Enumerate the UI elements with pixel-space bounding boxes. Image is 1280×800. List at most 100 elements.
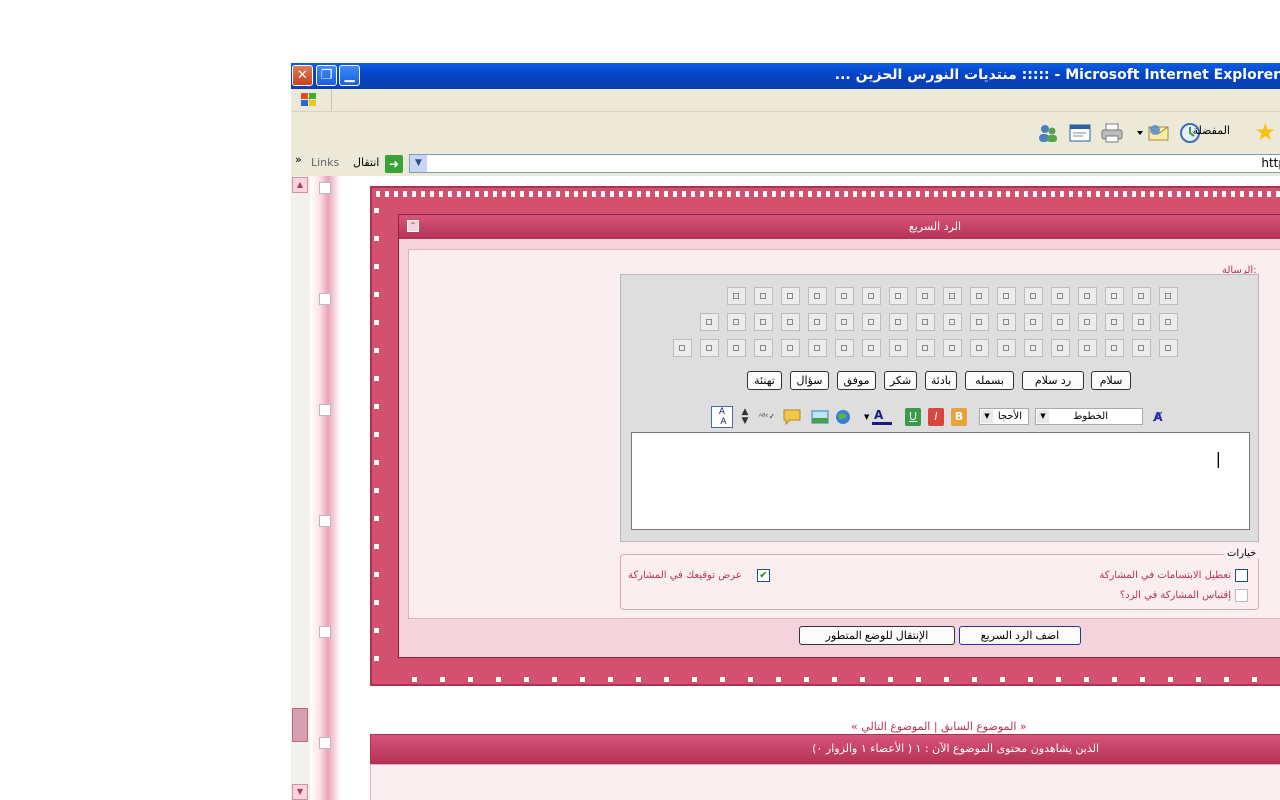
smiley-icon[interactable] — [889, 339, 908, 357]
smiley-icon[interactable] — [808, 339, 827, 357]
smiley-icon[interactable] — [916, 287, 935, 305]
smiley-icon[interactable] — [997, 313, 1016, 331]
insert-image-icon[interactable] — [811, 408, 829, 426]
favorites-star-icon[interactable]: ★ — [1254, 120, 1276, 144]
smiley-icon[interactable] — [835, 339, 854, 357]
smiley-icon[interactable] — [727, 339, 746, 357]
edit-page-icon[interactable] — [1069, 122, 1091, 144]
font-select[interactable]: ▼ الخطوط — [1035, 408, 1143, 425]
text-color-icon[interactable]: A ▼ — [864, 408, 892, 426]
smiley-icon[interactable] — [1105, 287, 1124, 305]
smiley-icon[interactable] — [754, 339, 773, 357]
smiley-icon[interactable] — [997, 287, 1016, 305]
submit-quick-reply-button[interactable]: اضف الرد السريع — [959, 626, 1081, 645]
smiley-icon[interactable] — [997, 339, 1016, 357]
text-direction-icon[interactable]: A A — [711, 406, 733, 428]
smiley-icon[interactable] — [1132, 287, 1151, 305]
resize-arrows-icon[interactable]: ▲ ▼ — [739, 408, 751, 426]
smiley-icon[interactable] — [1051, 313, 1070, 331]
smiley-icon[interactable] — [700, 313, 719, 331]
underline-icon[interactable]: U — [905, 408, 921, 426]
spellcheck-icon[interactable]: ᴬᴮᶜ✓ — [758, 408, 776, 426]
topic-navigation-links[interactable]: « الموضوع السابق | الموضوع التالي » — [851, 720, 1027, 733]
close-button[interactable]: ✕ — [292, 65, 313, 86]
smiley-icon[interactable] — [943, 339, 962, 357]
smiley-icon[interactable] — [1105, 339, 1124, 357]
smiley-icon[interactable] — [1132, 313, 1151, 331]
smiley-icon[interactable] — [1159, 287, 1178, 305]
smiley-icon[interactable] — [781, 313, 800, 331]
smiley-icon[interactable] — [1078, 313, 1097, 331]
smiley-icon[interactable] — [835, 313, 854, 331]
address-dropdown-icon[interactable]: ▼ — [410, 155, 427, 172]
quick-button-good-luck[interactable]: موفق — [837, 371, 876, 390]
scroll-down-icon[interactable]: ▼ — [292, 784, 308, 800]
smiley-icon[interactable] — [916, 339, 935, 357]
go-arrow-icon[interactable]: ➜ — [385, 155, 403, 173]
smiley-icon[interactable] — [970, 287, 989, 305]
smiley-icon[interactable] — [862, 287, 881, 305]
smiley-icon[interactable] — [1159, 339, 1178, 357]
smiley-icon[interactable] — [1132, 339, 1151, 357]
smiley-icon[interactable] — [889, 287, 908, 305]
smiley-icon[interactable] — [781, 339, 800, 357]
size-select[interactable]: ▼ الأحجا — [979, 408, 1029, 425]
smiley-icon[interactable] — [970, 313, 989, 331]
smiley-icon[interactable] — [727, 313, 746, 331]
insert-quote-icon[interactable] — [782, 408, 802, 426]
quick-button-reply-salam[interactable]: رد سلام — [1022, 371, 1084, 390]
smiley-icon[interactable] — [808, 287, 827, 305]
remove-format-icon[interactable]: A̸ — [1149, 408, 1167, 426]
favorites-label[interactable]: المفضلة — [1193, 124, 1230, 137]
smiley-icon[interactable] — [1024, 287, 1043, 305]
advanced-mode-button[interactable]: الإنتقال للوضع المتطور — [799, 626, 955, 645]
smiley-icon[interactable] — [1024, 313, 1043, 331]
smiley-icon[interactable] — [727, 287, 746, 305]
show-signature-checkbox[interactable]: ✔ — [757, 569, 770, 582]
smiley-icon[interactable] — [835, 287, 854, 305]
smiley-icon[interactable] — [754, 287, 773, 305]
smiley-icon[interactable] — [943, 287, 962, 305]
quote-post-checkbox[interactable] — [1235, 589, 1248, 602]
mail-icon[interactable] — [1135, 122, 1171, 144]
smiley-icon[interactable] — [862, 313, 881, 331]
smiley-icon[interactable] — [1105, 313, 1124, 331]
smiley-icon[interactable] — [700, 339, 719, 357]
collapse-icon[interactable]: ⌃ — [407, 220, 419, 232]
quick-button-basmala[interactable]: بسمله — [965, 371, 1014, 390]
smiley-icon[interactable] — [1024, 339, 1043, 357]
disable-smilies-checkbox[interactable] — [1235, 569, 1248, 582]
restore-button[interactable]: ❐ — [316, 65, 337, 86]
smiley-icon[interactable] — [970, 339, 989, 357]
scroll-thumb[interactable] — [292, 708, 308, 742]
smiley-icon[interactable] — [943, 313, 962, 331]
print-icon[interactable] — [1101, 122, 1123, 144]
smiley-icon[interactable] — [781, 287, 800, 305]
bold-icon[interactable]: B — [951, 408, 967, 426]
smiley-icon[interactable] — [1051, 287, 1070, 305]
minimize-button[interactable]: ▁ — [339, 65, 360, 86]
quick-button-thanks[interactable]: شكر — [884, 371, 917, 390]
smiley-icon[interactable] — [889, 313, 908, 331]
quick-button-salam[interactable]: سلام — [1091, 371, 1131, 390]
quick-button-congrats[interactable]: تهنئة — [747, 371, 782, 390]
quick-button-question[interactable]: سؤال — [790, 371, 829, 390]
insert-link-icon[interactable] — [834, 408, 852, 426]
go-label[interactable]: انتقال — [353, 156, 379, 169]
smiley-icon[interactable] — [916, 313, 935, 331]
smiley-icon[interactable] — [1159, 313, 1178, 331]
smiley-icon[interactable] — [754, 313, 773, 331]
scroll-up-icon[interactable]: ▲ — [292, 177, 308, 193]
quick-button-opening[interactable]: بادئة — [925, 371, 957, 390]
links-button[interactable]: Links — [311, 156, 339, 169]
users-icon[interactable] — [1037, 122, 1059, 144]
smiley-icon[interactable] — [1078, 339, 1097, 357]
smiley-icon[interactable] — [862, 339, 881, 357]
smiley-icon[interactable] — [808, 313, 827, 331]
smiley-icon[interactable] — [673, 339, 692, 357]
message-textarea[interactable]: | — [631, 432, 1250, 530]
links-chevron-icon[interactable]: » — [295, 153, 302, 166]
address-input[interactable]: ▼ http — [409, 154, 1280, 173]
smiley-icon[interactable] — [1051, 339, 1070, 357]
vertical-scrollbar[interactable]: ▲ ▼ — [291, 176, 311, 800]
